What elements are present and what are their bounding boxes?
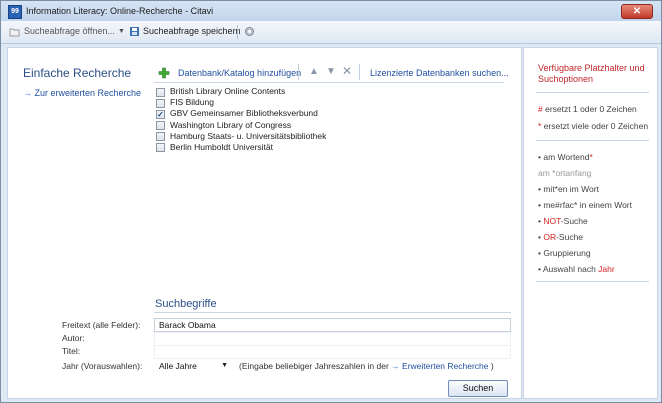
help-hash: # ersetzt 1 oder 0 Zeichen [538, 104, 637, 114]
help-option: • OR-Suche [538, 232, 584, 242]
search-terms-divider [154, 312, 511, 313]
search-panel: Einfache Recherche → Zur erweiterten Rec… [7, 47, 522, 399]
save-icon [130, 27, 139, 36]
year-select[interactable]: Alle Jahre ▼ [154, 359, 230, 372]
database-item[interactable]: Washington Library of Congress [156, 120, 326, 131]
option-red: Jahr [598, 264, 615, 274]
help-option: • am Wortend* [538, 152, 593, 162]
database-item[interactable]: ✓ GBV Gemeinsamer Bibliotheksverbund [156, 108, 326, 119]
help-divider [536, 92, 649, 93]
chevron-down-icon: ▼ [221, 362, 228, 369]
licensed-databases-link[interactable]: Lizenzierte Datenbanken suchen... [370, 68, 509, 78]
settings-gear-icon[interactable] [244, 26, 255, 37]
option-red: * [589, 152, 593, 162]
year-select-value: Alle Jahre [159, 361, 197, 371]
remove-database-icon[interactable]: ✕ [342, 64, 352, 78]
db-toolbar-divider [154, 82, 504, 83]
help-option: am *ortanfang [538, 168, 591, 178]
help-panel: Verfügbare Platzhalter und Suchoptionen … [523, 47, 658, 399]
add-database-button[interactable]: Datenbank/Katalog hinzufügen [178, 68, 301, 78]
window-title: Information Literacy: Online-Recherche -… [26, 6, 214, 16]
help-option: • Gruppierung [538, 248, 591, 258]
freetext-input[interactable]: Barack Obama [154, 318, 511, 332]
database-checkbox[interactable] [156, 98, 165, 108]
title-bar: 99 Information Literacy: Online-Recherch… [1, 1, 661, 21]
database-label: FIS Bildung [170, 97, 214, 108]
database-label: GBV Gemeinsamer Bibliotheksverbund [170, 108, 318, 119]
author-input[interactable] [154, 332, 511, 346]
year-hint-suffix: ) [490, 361, 494, 371]
move-up-icon[interactable]: ▲ [309, 66, 319, 77]
citavi-app-icon: 99 [8, 5, 22, 19]
db-toolbar-separator [298, 64, 299, 80]
database-item[interactable]: British Library Online Contents [156, 86, 326, 97]
arrow-right-icon: → [391, 361, 400, 371]
move-down-icon[interactable]: ▼ [326, 66, 336, 77]
star-symbol: * [538, 121, 542, 131]
option-text: -Suche [556, 232, 584, 242]
option-text: -Suche [560, 216, 588, 226]
help-option: • me#rfac* in einem Wort [538, 200, 632, 210]
advanced-search-link-label: Zur erweiterten Recherche [34, 88, 142, 98]
year-label: Jahr (Vorauswahlen): [62, 361, 143, 371]
add-database-icon[interactable] [158, 67, 170, 79]
option-text: mit*en im Wort [543, 184, 599, 194]
title-label: Titel: [62, 346, 81, 356]
option-red: NOT [543, 216, 561, 226]
option-red: OR [543, 232, 557, 242]
help-divider [536, 281, 649, 282]
database-label: Hamburg Staats- u. Universitätsbibliothe… [170, 130, 327, 141]
database-checkbox[interactable] [156, 121, 165, 131]
help-option: • Auswahl nach Jahr [538, 264, 615, 274]
toolbar: Sucheabfrage öffnen... ▼ Sucheabfrage sp… [1, 21, 661, 44]
freetext-label: Freitext (alle Felder): [62, 320, 141, 330]
database-item[interactable]: Hamburg Staats- u. Universitätsbibliothe… [156, 131, 326, 142]
hash-symbol: # [538, 104, 543, 114]
title-input[interactable] [154, 345, 511, 359]
help-option: • mit*en im Wort [538, 184, 599, 194]
database-checkbox[interactable]: ✓ [156, 109, 165, 119]
advanced-search-hint-label: Erweiterten Recherche [402, 361, 489, 371]
help-divider [536, 140, 649, 141]
advanced-search-hint-link[interactable]: → Erweiterten Recherche [391, 361, 488, 371]
database-label: Berlin Humboldt Universität [170, 141, 273, 152]
help-title: Verfügbare Platzhalter und Suchoptionen [538, 63, 645, 84]
author-label: Autor: [62, 333, 85, 343]
advanced-search-link[interactable]: → Zur erweiterten Recherche [23, 88, 141, 98]
option-text: Gruppierung [543, 248, 591, 258]
database-item[interactable]: FIS Bildung [156, 97, 326, 108]
star-text: ersetzt viele oder 0 Zeichen [543, 121, 649, 131]
simple-search-heading: Einfache Recherche [23, 66, 132, 80]
database-item[interactable]: Berlin Humboldt Universität [156, 142, 326, 153]
arrow-right-icon: → [23, 88, 32, 98]
option-text: Auswahl nach [542, 264, 599, 274]
db-toolbar-separator [359, 64, 360, 80]
option-text: am Wortend [543, 152, 590, 162]
open-query-dropdown-icon[interactable]: ▼ [118, 28, 125, 35]
option-text: me#rfac* in einem Wort [543, 200, 632, 210]
close-button[interactable]: ✕ [621, 4, 653, 19]
year-hint-prefix: (Eingabe beliebiger Jahreszahlen in der [239, 361, 389, 371]
database-list: British Library Online Contents FIS Bild… [156, 86, 326, 153]
open-query-button[interactable]: Sucheabfrage öffnen... [24, 26, 115, 36]
save-query-button[interactable]: Sucheabfrage speichern [143, 26, 241, 36]
open-folder-icon [9, 28, 20, 37]
database-checkbox[interactable] [156, 132, 165, 142]
toolbar-separator [237, 25, 238, 39]
hash-text: ersetzt 1 oder 0 Zeichen [545, 104, 637, 114]
option-text: am *ortanfang [538, 168, 592, 178]
citavi-window: 99 Information Literacy: Online-Recherch… [0, 0, 662, 403]
search-button[interactable]: Suchen [448, 380, 508, 397]
database-label: British Library Online Contents [170, 86, 286, 96]
help-option: • NOT-Suche [538, 216, 588, 226]
database-checkbox[interactable] [156, 143, 165, 153]
year-hint: (Eingabe beliebiger Jahreszahlen in der … [239, 361, 494, 371]
database-label: Washington Library of Congress [170, 119, 292, 130]
freetext-value: Barack Obama [159, 320, 216, 330]
help-star: * ersetzt viele oder 0 Zeichen [538, 121, 648, 131]
search-terms-heading: Suchbegriffe [155, 298, 217, 310]
database-checkbox[interactable] [156, 87, 165, 97]
